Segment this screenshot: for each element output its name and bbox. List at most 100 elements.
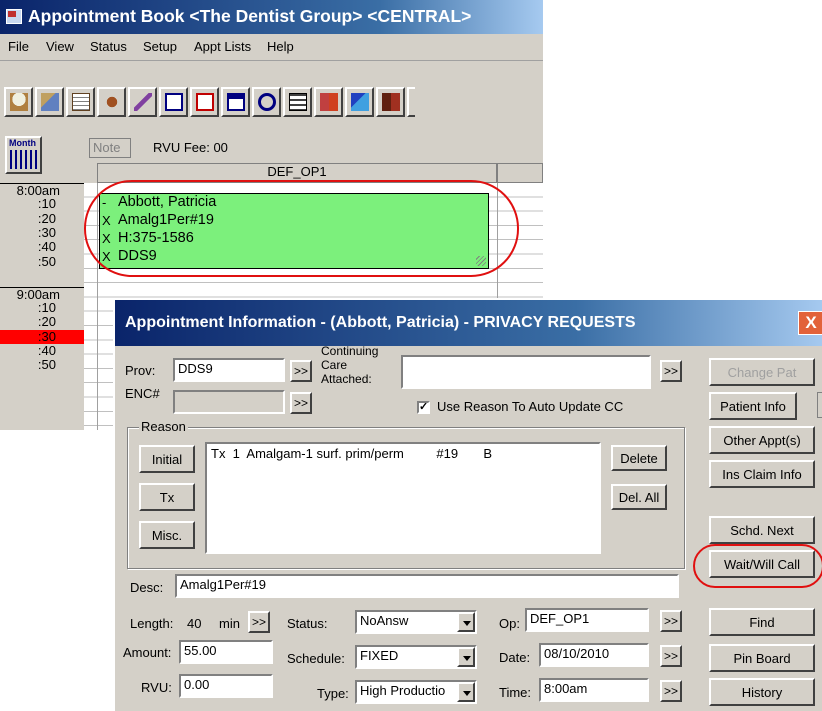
cc-label-line2: Care (321, 358, 348, 372)
edit-tool-button[interactable] (345, 87, 374, 117)
time-slot-text: :10 (37, 196, 56, 212)
time-slot-label: :20 (0, 314, 84, 329)
schedule-dropdown[interactable]: FIXED (355, 645, 477, 669)
time-field[interactable]: 8:00am (539, 678, 649, 702)
enc-lookup-button[interactable]: >> (290, 392, 312, 414)
appointment-book-title: Appointment Book <The Dentist Group> <CE… (28, 6, 472, 26)
use-reason-checkbox[interactable]: ✓ (417, 401, 430, 414)
cc-lookup-button[interactable]: >> (660, 360, 682, 382)
time-slot-text: :30 (37, 328, 56, 344)
menu-bar: File View Status Setup Appt Lists Help (0, 34, 543, 61)
menu-setup[interactable]: Setup (143, 39, 177, 54)
time-slot-text: :20 (37, 210, 56, 226)
time-slot-text: :30 (37, 224, 56, 240)
time-column: 8:00am:10:20:30:40:50 9:00am:10:20:30:40:… (0, 183, 84, 430)
time-slot-label: 8:00am (0, 183, 84, 198)
menu-view[interactable]: View (46, 39, 74, 54)
schedule-next-button[interactable]: Schd. Next (709, 516, 815, 544)
patient-info-button[interactable]: Patient Info (709, 392, 797, 420)
note-tab[interactable]: Note (89, 138, 131, 158)
list-tool-button[interactable] (283, 87, 312, 117)
pen-tool-button[interactable] (128, 87, 157, 117)
time-slot-text: :40 (37, 239, 56, 255)
email-tool-button[interactable] (252, 87, 281, 117)
find-button[interactable]: Find (709, 608, 815, 636)
continuing-care-field[interactable] (401, 355, 651, 389)
time-slot-text: :50 (37, 357, 56, 373)
month-calendar-button[interactable]: Month (5, 136, 42, 174)
length-label: Length: (130, 616, 174, 631)
window-tool-button[interactable] (221, 87, 250, 117)
menu-status[interactable]: Status (90, 39, 127, 54)
prov-field[interactable]: DDS9 (173, 358, 285, 382)
length-unit: min (219, 616, 240, 631)
op-lookup-button[interactable]: >> (660, 610, 682, 632)
time-slot-label: 9:00am (0, 286, 84, 302)
dialog-title-bar[interactable]: Appointment Information - (Abbott, Patri… (115, 300, 822, 346)
status-label: Status: (287, 616, 328, 631)
op-field[interactable]: DEF_OP1 (525, 608, 649, 632)
history-button[interactable]: History (709, 678, 815, 706)
time-slot-label: :50 (0, 253, 84, 269)
rvu-field[interactable]: 0.00 (179, 674, 273, 698)
chevron-down-icon[interactable] (457, 647, 475, 667)
menu-appt-lists[interactable]: Appt Lists (194, 39, 251, 54)
date-label: Date: (499, 650, 531, 665)
delete-all-button[interactable]: Del. All (611, 484, 667, 510)
tx-button[interactable]: Tx (139, 483, 195, 511)
ins-claim-info-button[interactable]: Ins Claim Info (709, 460, 815, 488)
appointment-book-title-bar[interactable]: Appointment Book <The Dentist Group> <CE… (0, 0, 543, 34)
length-button[interactable]: >> (248, 611, 270, 633)
misc-button[interactable]: Misc. (139, 521, 195, 549)
date-picker-button[interactable]: >> (660, 645, 682, 667)
time-slot-text: :50 (37, 253, 56, 269)
rx-tool-button[interactable] (314, 87, 343, 117)
time-slot-label: :10 (0, 196, 84, 212)
other-appts-button[interactable]: Other Appt(s) (709, 426, 815, 454)
time-label: Time: (499, 685, 532, 700)
close-button[interactable]: X (798, 311, 822, 335)
type-dropdown[interactable]: High Productio (355, 680, 477, 704)
rx-icon (319, 93, 338, 111)
status-dropdown[interactable]: NoAnsw (355, 610, 477, 634)
chart-icon (40, 93, 59, 111)
chair-tool-button[interactable] (97, 87, 126, 117)
month-label: Month (9, 138, 36, 148)
dialog-title: Appointment Information - (Abbott, Patri… (125, 314, 636, 331)
time-picker-button[interactable]: >> (660, 680, 682, 702)
time-slot-text: :10 (37, 300, 56, 316)
amount-field[interactable]: 55.00 (179, 640, 273, 664)
toolbar (0, 61, 543, 131)
reason-list-item[interactable]: Tx 1 Amalgam-1 surf. prim/perm #19 B (211, 446, 492, 461)
time-slot-label: :30 (0, 224, 84, 240)
delete-button[interactable]: Delete (611, 445, 667, 471)
time-slot-label: :40 (0, 343, 84, 358)
time-slot-label: :10 (0, 300, 84, 316)
notes-tool-button[interactable] (66, 87, 95, 117)
date-field[interactable]: 08/10/2010 (539, 643, 649, 667)
chevron-down-icon[interactable] (457, 682, 475, 702)
enc-label: ENC# (125, 386, 160, 401)
pin-board-button[interactable]: Pin Board (709, 644, 815, 672)
menu-file[interactable]: File (8, 39, 29, 54)
prov-label: Prov: (125, 363, 156, 378)
highlight-oval-appointment (84, 180, 519, 277)
card-tool-button[interactable] (190, 87, 219, 117)
reason-list[interactable]: Tx 1 Amalgam-1 surf. prim/perm #19 B (205, 442, 601, 554)
schedule-label: Schedule: (287, 651, 345, 666)
chevron-down-icon[interactable] (457, 612, 475, 632)
form-icon (164, 93, 183, 111)
form-tool-button[interactable] (159, 87, 188, 117)
time-slot-label: :50 (0, 357, 84, 373)
desc-field[interactable]: Amalg1Per#19 (175, 574, 679, 598)
tooth-tool-button[interactable] (4, 87, 33, 117)
prov-lookup-button[interactable]: >> (290, 360, 312, 382)
exit-tool-button[interactable] (376, 87, 405, 117)
schedule-value: FIXED (360, 648, 399, 663)
chart-tool-button[interactable] (35, 87, 64, 117)
patient-info-extra-button[interactable] (817, 392, 822, 418)
initial-button[interactable]: Initial (139, 445, 195, 473)
menu-help[interactable]: Help (267, 39, 294, 54)
enc-field[interactable] (173, 390, 285, 414)
change-patient-button[interactable]: Change Pat (709, 358, 815, 386)
